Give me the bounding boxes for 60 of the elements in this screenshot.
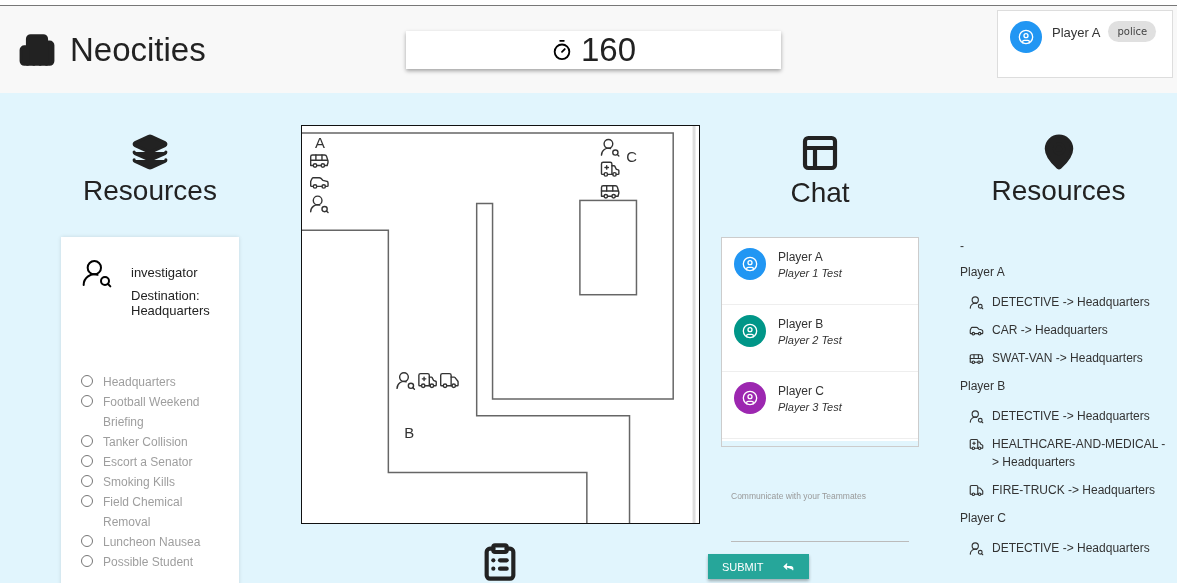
van-icon (969, 351, 984, 366)
truck-icon[interactable] (440, 373, 458, 388)
detective-icon (969, 295, 984, 310)
player-heading: Player B (960, 379, 1007, 395)
message-input[interactable]: Communicate with your Teammates (731, 491, 909, 542)
detective-icon[interactable] (310, 196, 328, 213)
submit-button[interactable]: SUBMIT (708, 554, 809, 579)
app-title: Neocities (70, 30, 206, 69)
resource-name: investigator (131, 265, 199, 280)
location-label[interactable]: Luncheon Nausea (103, 532, 201, 552)
reply-arrow-icon (781, 560, 795, 573)
message-author: Player C (778, 384, 825, 398)
resource-assignment: DETECTIVE -> Headquarters (992, 540, 1151, 557)
destination-label: Destination: (131, 288, 201, 303)
resource-assignment: SWAT-VAN -> Headquarters (992, 350, 1144, 367)
section-title: Chat (790, 177, 850, 209)
resource-assignment: FIRE-TRUCK -> Headquarters (992, 482, 1157, 499)
timer-value: 160 (580, 30, 637, 69)
message-author: Player A (778, 250, 824, 264)
detective-icon[interactable] (396, 372, 414, 390)
truck-icon (969, 483, 984, 498)
ambulance-icon[interactable] (601, 162, 619, 177)
resource-assignment: DETECTIVE -> Headquarters (992, 408, 1151, 425)
player-heading: Player C (960, 511, 1007, 527)
detective-icon (969, 541, 984, 556)
window-icon (800, 133, 840, 173)
detective-icon (969, 409, 984, 424)
resource-assignment: HEALTHCARE-AND-MEDICAL -> Headquarters (992, 436, 1167, 471)
section-title: Resources (83, 175, 217, 207)
map-label: A (314, 134, 325, 151)
message-text: Player 1 Test (778, 267, 842, 279)
car-icon[interactable] (310, 177, 328, 189)
detective-icon (81, 257, 113, 289)
resource-assignment: CAR -> Headquarters (992, 322, 1109, 339)
section-title: Resources (991, 175, 1126, 207)
van-icon[interactable] (601, 185, 619, 198)
map-label: B (403, 424, 414, 441)
location-label[interactable]: Tanker Collision (103, 432, 188, 452)
ambulance-icon (969, 437, 984, 452)
location-label[interactable]: Escort a Senator (103, 452, 193, 472)
resource-assignment: DETECTIVE -> Headquarters (992, 294, 1151, 311)
dash-text: - (960, 239, 965, 255)
van-icon[interactable] (310, 155, 328, 168)
message-author: Player B (778, 317, 825, 331)
location-label[interactable]: Headquarters (103, 372, 176, 392)
layers-icon (131, 133, 169, 171)
location-label[interactable]: Field Chemical Removal (103, 492, 211, 532)
avatar-icon (1010, 21, 1042, 53)
role-chip: police (1108, 21, 1157, 42)
location-label[interactable]: Possible Student (103, 552, 194, 572)
ambulance-icon[interactable] (418, 373, 436, 388)
map-label: C (625, 148, 637, 165)
detective-icon[interactable] (601, 139, 619, 156)
message-text: Player 2 Test (778, 334, 842, 346)
destination-value: Headquarters (131, 303, 210, 318)
message-text: Player 3 Test (778, 401, 842, 413)
location-label[interactable]: Football Weekend Briefing (103, 392, 211, 432)
player-heading: Player A (960, 265, 1006, 281)
player-name: Player A (1052, 25, 1101, 40)
location-label[interactable]: Smoking Kills (103, 472, 176, 492)
